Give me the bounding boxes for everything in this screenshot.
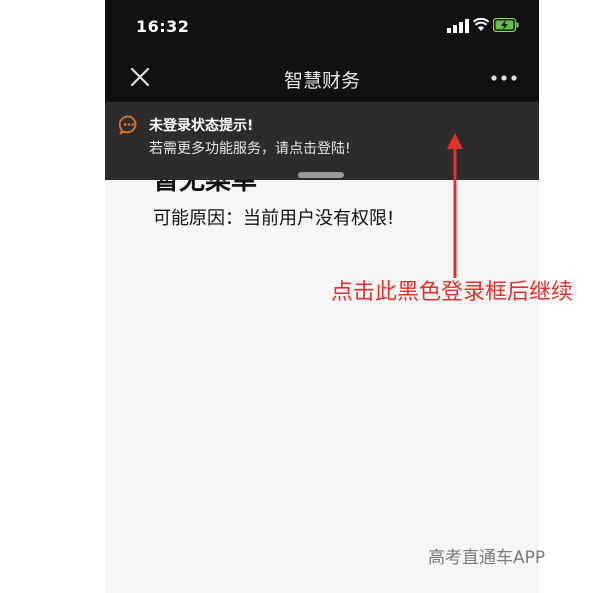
banner-drag-handle[interactable] — [298, 172, 344, 178]
status-time: 16:32 — [136, 17, 190, 36]
title-bar: 智慧财务 — [105, 56, 539, 102]
more-options-icon[interactable] — [491, 75, 517, 81]
signal-icon — [447, 19, 469, 33]
chat-bubble-icon — [119, 115, 137, 135]
banner-message: 若需更多功能服务，请点击登陆! — [149, 141, 351, 157]
watermark: 高考直通车APP — [428, 548, 546, 568]
battery-charging-icon — [493, 18, 519, 32]
banner-title: 未登录状态提示! — [149, 118, 254, 134]
status-bar: 16:32 — [105, 0, 539, 56]
empty-menu-reason: 可能原因：当前用户没有权限! — [153, 208, 395, 229]
annotation-arrow — [447, 133, 463, 278]
wifi-icon — [473, 18, 489, 31]
login-prompt-banner[interactable]: 未登录状态提示! 若需更多功能服务，请点击登陆! — [105, 102, 539, 180]
page-title: 智慧财务 — [283, 70, 360, 92]
annotation-text: 点击此黑色登录框后继续 — [331, 280, 574, 305]
